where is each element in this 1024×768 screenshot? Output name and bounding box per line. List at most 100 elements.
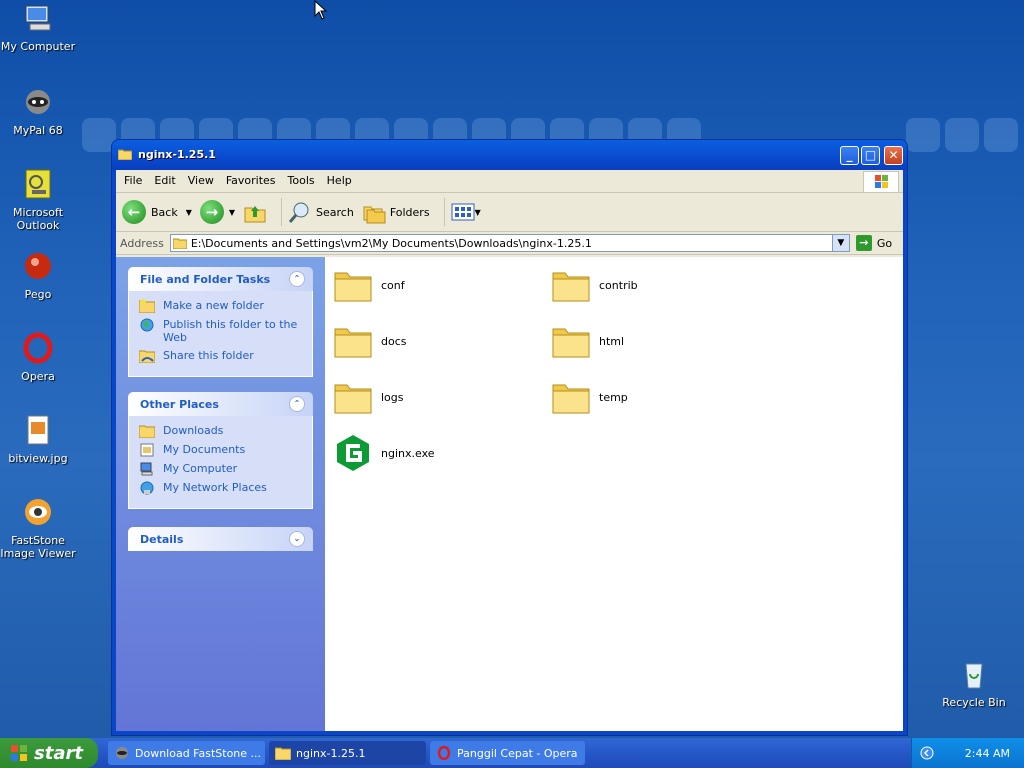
file-name: contrib: [599, 278, 638, 292]
address-dropdown-icon[interactable]: ▼: [831, 235, 849, 251]
desktop-icon-pego[interactable]: Pego: [0, 250, 76, 301]
share-folder-icon: [139, 350, 155, 363]
file-item-nginx-exe[interactable]: nginx.exe: [333, 433, 435, 473]
desktop-icon-faststone[interactable]: FastStone Image Viewer: [0, 496, 76, 560]
desktop-icon-label: MyPal 68: [13, 124, 63, 137]
folders-label: Folders: [389, 205, 430, 219]
folder-icon: [552, 272, 590, 302]
back-arrow-icon: ←: [122, 200, 146, 224]
task-share-folder[interactable]: Share this folder: [139, 349, 304, 363]
desktop-icon-label: Pego: [24, 288, 52, 301]
image-file-icon: [27, 415, 49, 445]
folders-button[interactable]: Folders: [362, 200, 430, 224]
menu-view[interactable]: View: [184, 170, 222, 187]
minimize-button[interactable]: _: [840, 146, 859, 165]
desktop-icon-label: FastStone Image Viewer: [0, 534, 76, 560]
desktop-icon-my-computer[interactable]: My Computer: [0, 2, 76, 53]
panel-header[interactable]: Other Places ⌃: [128, 392, 313, 416]
folder-icon: [172, 238, 187, 249]
search-button[interactable]: Search: [288, 200, 354, 224]
place-my-network[interactable]: My Network Places: [139, 481, 304, 495]
panel-header[interactable]: File and Folder Tasks ⌃: [128, 267, 313, 291]
task-new-folder[interactable]: Make a new folder: [139, 299, 304, 313]
desktop-icon-recycle-bin[interactable]: Recycle Bin: [936, 658, 1012, 709]
taskbar-button-nginx[interactable]: nginx-1.25.1: [269, 741, 426, 765]
menu-help[interactable]: Help: [323, 170, 360, 187]
menu-favorites[interactable]: Favorites: [222, 170, 284, 187]
place-my-documents[interactable]: My Documents: [139, 443, 304, 457]
task-publish-web[interactable]: Publish this folder to the Web: [139, 318, 304, 344]
network-icon: [140, 481, 154, 495]
folder-item-html[interactable]: html: [551, 321, 624, 361]
panel-header[interactable]: Details ⌄: [128, 527, 313, 551]
close-button[interactable]: ✕: [884, 146, 903, 165]
views-dropdown-icon: ▼: [474, 207, 481, 217]
maximize-button[interactable]: □: [861, 146, 880, 165]
folder-icon: [552, 328, 590, 358]
place-label: Downloads: [163, 424, 224, 437]
file-folder-tasks-panel: File and Folder Tasks ⌃ Make a new folde…: [128, 267, 313, 377]
views-icon: [451, 203, 475, 221]
panel-title: File and Folder Tasks: [140, 273, 271, 286]
up-button[interactable]: [243, 200, 267, 224]
new-folder-icon: [139, 299, 155, 313]
raccoon-icon: [26, 90, 50, 114]
place-downloads[interactable]: Downloads: [139, 424, 304, 438]
window-titlebar[interactable]: nginx-1.25.1 _ □ ✕: [112, 140, 907, 170]
desktop-icon-label: Opera: [21, 370, 55, 383]
place-label: My Documents: [163, 443, 246, 456]
folder-item-conf[interactable]: conf: [333, 265, 405, 305]
nginx-icon: [337, 435, 369, 471]
go-label: Go: [876, 236, 893, 250]
file-name: html: [599, 334, 625, 348]
folder-item-contrib[interactable]: contrib: [551, 265, 638, 305]
start-button[interactable]: start: [0, 738, 98, 768]
search-icon: [288, 202, 309, 223]
task-label: Download FastStone ...: [135, 746, 262, 760]
desktop-icon-label: Recycle Bin: [942, 696, 1006, 709]
panel-title: Other Places: [140, 398, 219, 411]
folder-item-docs[interactable]: docs: [333, 321, 407, 361]
folder-icon: [552, 384, 590, 414]
forward-button[interactable]: → ▼: [199, 200, 235, 224]
place-label: My Network Places: [163, 481, 267, 494]
views-button[interactable]: ▼: [451, 202, 481, 222]
menu-tools[interactable]: Tools: [284, 170, 323, 187]
file-name: nginx.exe: [381, 446, 435, 460]
toolbar-separator: [281, 198, 283, 226]
address-input[interactable]: E:\Documents and Settings\vm2\My Documen…: [169, 234, 850, 252]
clock[interactable]: 2:44 AM: [965, 747, 1010, 760]
show-hidden-icons-icon[interactable]: [920, 746, 934, 760]
folder-icon: [139, 425, 155, 438]
computer-icon: [25, 5, 51, 31]
folder-up-icon: [244, 206, 266, 223]
collapse-icon[interactable]: ⌃: [289, 271, 305, 287]
forward-dropdown-icon[interactable]: ▼: [229, 208, 235, 217]
desktop-icon-opera[interactable]: Opera: [0, 332, 76, 383]
menu-edit[interactable]: Edit: [150, 170, 183, 187]
back-dropdown-icon[interactable]: ▼: [186, 208, 192, 217]
address-label: Address: [120, 236, 164, 250]
faststone-eye-icon: [25, 499, 51, 525]
taskbar-button-opera[interactable]: Panggil Cepat - Opera: [430, 741, 585, 765]
desktop-icon-bitview[interactable]: bitview.jpg: [0, 414, 76, 465]
explorer-body: File and Folder Tasks ⌃ Make a new folde…: [116, 257, 903, 731]
back-button[interactable]: ← Back ▼: [122, 200, 192, 224]
desktop-icon-mypal[interactable]: MyPal 68: [0, 86, 76, 137]
search-label: Search: [316, 205, 354, 219]
task-pane: File and Folder Tasks ⌃ Make a new folde…: [116, 257, 325, 731]
panel-body: Downloads My Documents My Computer My Ne…: [128, 416, 313, 509]
place-my-computer[interactable]: My Computer: [139, 462, 304, 476]
go-button[interactable]: → Go: [855, 235, 893, 251]
taskbar-button-faststone[interactable]: Download FastStone ...: [108, 741, 265, 765]
forward-arrow-icon: →: [199, 200, 224, 224]
menu-file[interactable]: File: [120, 170, 150, 187]
folder-item-temp[interactable]: temp: [551, 377, 628, 417]
collapse-icon[interactable]: ⌃: [289, 396, 305, 412]
details-panel: Details ⌄: [128, 527, 313, 551]
expand-icon[interactable]: ⌄: [289, 531, 305, 547]
toolbar-separator: [443, 198, 445, 226]
folder-icon: [275, 747, 291, 760]
folder-item-logs[interactable]: logs: [333, 377, 404, 417]
desktop-icon-outlook[interactable]: Microsoft Outlook: [0, 168, 76, 232]
